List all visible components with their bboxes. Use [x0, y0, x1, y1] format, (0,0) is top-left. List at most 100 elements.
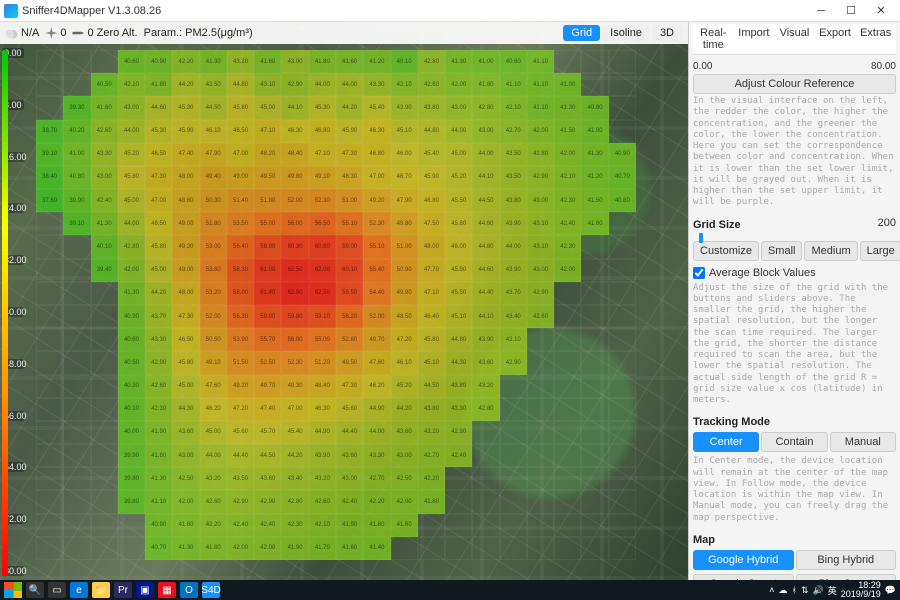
average-block-checkbox[interactable]: Average Block Values — [693, 267, 896, 279]
heatmap-cell: 47.30 — [172, 305, 199, 328]
heatmap-cell: 43.80 — [500, 189, 527, 212]
tray-onedrive-icon[interactable]: ☁ — [779, 585, 788, 596]
tab-isoline[interactable]: Isoline — [602, 25, 650, 41]
heatmap-cell: 42.60 — [91, 120, 118, 143]
heatmap-cell: 42.20 — [363, 490, 390, 513]
taskbar-app1-icon[interactable]: Pr — [114, 582, 132, 598]
menu-visual[interactable]: Visual — [774, 24, 815, 54]
heatmap-cell — [500, 467, 527, 490]
heatmap-cell: 45.50 — [445, 282, 472, 305]
taskbar-explorer-icon[interactable]: 📁 — [92, 582, 110, 598]
tray-bluetooth-icon[interactable]: ᚼ — [792, 585, 797, 595]
heatmap-cell: 41.30 — [91, 212, 118, 235]
average-block-input[interactable] — [693, 267, 705, 279]
tracking-manual-button[interactable]: Manual — [830, 432, 896, 452]
heatmap-cell: 41.90 — [336, 514, 363, 537]
heatmap-cell — [91, 328, 118, 351]
map-viewport[interactable]: N/A 0 0 Zero Alt. Param.: PM2.5(μg/m³) G… — [0, 22, 688, 580]
heatmap-cell: 40.70 — [145, 537, 172, 560]
tracking-contain-button[interactable]: Contain — [761, 432, 827, 452]
heatmap-cell: 62.50 — [309, 282, 336, 305]
heatmap-cell — [500, 375, 527, 398]
taskbar-search-icon[interactable]: 🔍 — [26, 582, 44, 598]
maximize-button[interactable]: ☐ — [836, 0, 866, 22]
tray-notifications-icon[interactable]: 💬 — [885, 585, 896, 596]
heatmap-cell — [445, 537, 472, 560]
tab-grid[interactable]: Grid — [563, 25, 600, 41]
heatmap-cell — [554, 50, 581, 73]
adjust-colour-button[interactable]: Adjust Colour Reference — [693, 74, 896, 94]
heatmap-cell — [91, 490, 118, 513]
heatmap-cell: 45.30 — [172, 96, 199, 119]
grid-medium-button[interactable]: Medium — [804, 241, 857, 261]
tracking-mode-title: Tracking Mode — [693, 416, 896, 428]
heatmap-cell: 55.00 — [309, 328, 336, 351]
heatmap-cell: 41.60 — [581, 212, 608, 235]
grid-small-button[interactable]: Small — [761, 241, 803, 261]
menu-realtime[interactable]: Real-time — [693, 24, 734, 54]
tray-lang-icon[interactable]: 英 — [828, 584, 837, 597]
heatmap-cell — [527, 444, 554, 467]
heatmap-cell: 40.60 — [118, 50, 145, 73]
taskbar-taskview-icon[interactable]: ▭ — [48, 582, 66, 598]
heatmap-cell — [36, 421, 63, 444]
heatmap-cell: 47.30 — [336, 143, 363, 166]
heatmap-cell: 43.60 — [336, 444, 363, 467]
heatmap-cell: 43.70 — [500, 282, 527, 305]
heatmap-cell — [609, 259, 636, 282]
heatmap-cell: 60.60 — [309, 235, 336, 258]
map-bing-street-button[interactable]: Bing Street — [796, 574, 897, 580]
map-google-street-button[interactable]: Google Street — [693, 574, 794, 580]
taskbar-sniffer-icon[interactable]: S4D — [202, 582, 220, 598]
taskbar-app2-icon[interactable]: ▣ — [136, 582, 154, 598]
tray-wifi-icon[interactable]: ⇅ — [801, 585, 809, 596]
heatmap-cell — [63, 73, 90, 96]
system-tray[interactable]: ˄ ☁ ᚼ ⇅ 🔊 英 18:29 2019/9/19 💬 — [769, 581, 896, 599]
menu-export[interactable]: Export — [815, 24, 856, 54]
heatmap-cell — [609, 351, 636, 374]
taskbar-clock[interactable]: 18:29 2019/9/19 — [841, 581, 881, 599]
tray-volume-icon[interactable]: 🔊 — [813, 585, 824, 596]
heatmap-cell: 43.90 — [472, 328, 499, 351]
heatmap-cell — [91, 514, 118, 537]
heatmap-cell: 49.10 — [309, 166, 336, 189]
map-bing-hybrid-button[interactable]: Bing Hybrid — [796, 550, 897, 570]
menu-import[interactable]: Import — [734, 24, 775, 54]
minimize-button[interactable]: ─ — [806, 0, 836, 22]
heatmap-cell: 52.50 — [254, 351, 281, 374]
heatmap-cell: 41.10 — [527, 96, 554, 119]
tracking-center-button[interactable]: Center — [693, 432, 759, 452]
taskbar-edge-icon[interactable]: e — [70, 582, 88, 598]
heatmap-cell — [472, 467, 499, 490]
title-bar: Sniffer4DMapper V1.3.08.26 ─ ☐ ✕ — [0, 0, 900, 22]
heatmap-cell: 56.40 — [227, 235, 254, 258]
map-info-bar: N/A 0 0 Zero Alt. Param.: PM2.5(μg/m³) G… — [0, 22, 688, 44]
grid-customize-button[interactable]: Customize — [693, 241, 759, 261]
heatmap-cell — [391, 537, 418, 560]
heatmap-cell — [609, 537, 636, 560]
map-google-hybrid-button[interactable]: Google Hybrid — [693, 550, 794, 570]
heatmap-cell: 42.60 — [418, 73, 445, 96]
grid-large-button[interactable]: Large — [860, 241, 900, 261]
heatmap-cell: 46.70 — [391, 166, 418, 189]
tray-up-icon[interactable]: ˄ — [769, 585, 774, 595]
heatmap-cell — [63, 444, 90, 467]
taskbar-outlook-icon[interactable]: O — [180, 582, 198, 598]
heatmap-cell: 45.60 — [227, 421, 254, 444]
heatmap-cell: 43.50 — [227, 467, 254, 490]
close-button[interactable]: ✕ — [866, 0, 896, 22]
heatmap-cell — [581, 305, 608, 328]
start-button[interactable] — [4, 582, 22, 598]
taskbar-app3-icon[interactable]: ▦ — [158, 582, 176, 598]
heatmap-cell: 48.40 — [281, 143, 308, 166]
menu-extras[interactable]: Extras — [855, 24, 896, 54]
heatmap-cell: 42.70 — [363, 467, 390, 490]
heatmap-cell — [36, 444, 63, 467]
heatmap-cell — [581, 328, 608, 351]
heatmap-cell: 44.10 — [472, 305, 499, 328]
tab-3d[interactable]: 3D — [652, 25, 682, 41]
heatmap-cell: 44.80 — [445, 328, 472, 351]
heatmap-cell: 39.80 — [118, 490, 145, 513]
heatmap-cell — [581, 444, 608, 467]
heatmap-cell: 56.50 — [309, 212, 336, 235]
